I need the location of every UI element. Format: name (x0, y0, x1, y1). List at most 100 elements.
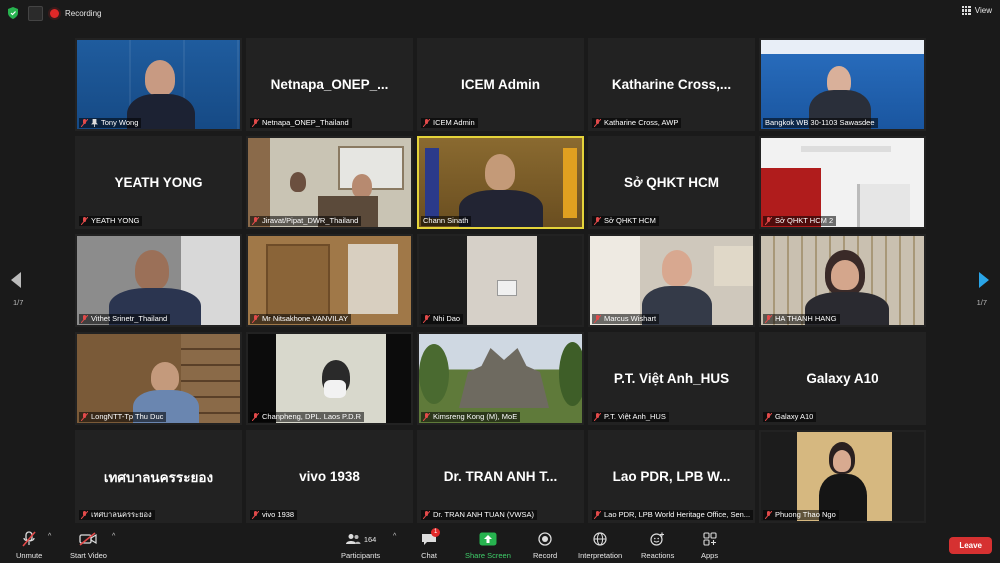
record-dot-icon (50, 8, 59, 18)
mic-muted-icon (252, 119, 259, 127)
mic-muted-icon (252, 315, 259, 323)
mic-muted-icon (765, 413, 772, 421)
participant-tile[interactable]: Kimsreng Kong (M), MoE (417, 332, 584, 425)
app-info-icon[interactable] (28, 6, 43, 21)
participants-count: 164 (363, 534, 377, 544)
leave-meeting-button[interactable]: Leave (949, 537, 992, 554)
participant-display-name: Sở QHKT HCM (623, 175, 720, 190)
mic-muted-icon (765, 511, 772, 519)
recording-label: Recording (65, 8, 102, 18)
mic-muted-icon (765, 315, 772, 323)
participant-tile[interactable]: YEATH YONG YEATH YONG (75, 136, 242, 229)
participant-tile[interactable]: เทศบาลนครระยอง เทศบาลนครระยอง (75, 430, 242, 523)
participant-tile[interactable]: Chanpheng, DPL. Laos P.D.R (246, 332, 413, 425)
interpretation-button[interactable]: Interpretation (578, 531, 622, 560)
participant-display-name: Netnapa_ONEP_... (270, 77, 389, 92)
participant-tile[interactable]: P.T. Việt Anh_HUS P.T. Việt Anh_HUS (588, 332, 755, 425)
previous-page-icon[interactable] (11, 272, 21, 288)
participant-display-name: YEATH YONG (114, 175, 203, 190)
start-video-button[interactable]: Start Video (70, 531, 107, 560)
participant-tile[interactable]: Katharine Cross,... Katharine Cross, AWP (588, 38, 755, 131)
participant-tile[interactable]: Nhi Dao (417, 234, 584, 327)
record-icon (538, 532, 552, 546)
page-indicator-right: 1/7 (976, 298, 987, 307)
participant-tile[interactable]: vivo 1938 vivo 1938 (246, 430, 413, 523)
participant-tile[interactable]: Sở QHKT HCM 2 (759, 136, 926, 229)
share-screen-button[interactable]: Share Screen (465, 531, 511, 560)
video-gallery: Tony Wong Netnapa_ONEP_... Netnapa_ONEP_… (75, 38, 926, 525)
next-page-icon[interactable] (979, 272, 989, 288)
chat-label: Chat (421, 551, 437, 560)
participant-tile[interactable]: Bangkok WB 30-1103 Sawasdee (759, 38, 926, 131)
participant-tile[interactable]: Lao PDR, LPB W... Lao PDR, LPB World Her… (588, 430, 755, 523)
participant-name-label: vivo 1938 (250, 510, 298, 520)
record-label: Record (533, 551, 558, 560)
participant-name-label: Galaxy A10 (763, 412, 817, 422)
participant-display-name: ICEM Admin (461, 77, 540, 92)
unmute-button[interactable]: Unmute (16, 531, 42, 560)
participant-tile[interactable]: Jiravat/Pipat_DWR_Thailand (246, 136, 413, 229)
recording-indicator[interactable]: Recording (50, 6, 101, 20)
audio-options-caret-icon[interactable]: ^ (48, 533, 51, 540)
participant-name-label: YEATH YONG (79, 216, 143, 226)
participant-tile[interactable]: Phuong Thao Ngo (759, 430, 926, 523)
participant-name-label: HA THANH HANG (763, 314, 840, 324)
participant-tile[interactable]: Netnapa_ONEP_... Netnapa_ONEP_Thailand (246, 38, 413, 131)
meeting-controls-toolbar: Unmute ^ Start Video ^ 164 Participants … (0, 527, 1000, 563)
participant-name-label: Dr. TRAN ANH TUAN (VWSA) (421, 510, 537, 520)
participant-tile[interactable]: Marcus Wishart (588, 234, 755, 327)
participants-icon (345, 534, 361, 544)
participant-tile[interactable]: Galaxy A10 Galaxy A10 (759, 332, 926, 425)
mic-muted-icon (423, 413, 430, 421)
mic-muted-icon (252, 217, 259, 225)
view-label: View (974, 6, 992, 15)
reactions-button[interactable]: Reactions (641, 531, 674, 560)
apps-button[interactable]: Apps (701, 531, 718, 560)
record-button[interactable]: Record (533, 531, 557, 560)
top-bar: Recording View (0, 0, 1000, 26)
video-camera-off-icon (79, 532, 98, 546)
mic-muted-icon (423, 119, 430, 127)
reactions-label: Reactions (641, 551, 675, 560)
mic-muted-icon (81, 413, 88, 421)
mic-muted-icon (594, 119, 601, 127)
participant-name-label: Lao PDR, LPB World Heritage Office, Sen.… (592, 510, 753, 520)
participant-display-name: Dr. TRAN ANH T... (443, 469, 558, 484)
participant-tile[interactable]: LongNTT-Tp Thu Duc (75, 332, 242, 425)
participants-label: Participants (341, 551, 381, 560)
participant-tile[interactable]: HA THANH HANG (759, 234, 926, 327)
participant-tile[interactable]: Tony Wong (75, 38, 242, 131)
participants-options-caret-icon[interactable]: ^ (393, 533, 396, 540)
participant-display-name: P.T. Việt Anh_HUS (613, 371, 730, 386)
mic-muted-icon (81, 511, 88, 519)
mic-muted-icon (252, 413, 259, 421)
mic-muted-icon (423, 511, 430, 519)
mic-muted-icon (594, 511, 601, 519)
participant-name-label: ICEM Admin (421, 118, 478, 128)
video-options-caret-icon[interactable]: ^ (112, 533, 115, 540)
mic-muted-icon (423, 315, 430, 323)
security-shield-icon[interactable] (8, 7, 18, 19)
participant-tile[interactable]: Sở QHKT HCM Sở QHKT HCM (588, 136, 755, 229)
apps-label: Apps (701, 551, 719, 560)
participant-tile[interactable]: ICEM Admin ICEM Admin (417, 38, 584, 131)
participant-display-name: vivo 1938 (299, 469, 360, 484)
view-button[interactable]: View (961, 6, 992, 15)
participant-name-label: Kimsreng Kong (M), MoE (421, 412, 521, 422)
participants-button[interactable]: 164 Participants (341, 531, 380, 560)
mic-muted-icon (81, 217, 88, 225)
participant-tile[interactable]: Vithet Srinetr_Thailand (75, 234, 242, 327)
participant-tile[interactable]: Mr Nitsakhone VANVILAY (246, 234, 413, 327)
participant-tile[interactable]: Dr. TRAN ANH T... Dr. TRAN ANH TUAN (VWS… (417, 430, 584, 523)
participant-name-label: LongNTT-Tp Thu Duc (79, 412, 167, 422)
chat-unread-badge: 1 (431, 528, 441, 537)
grid-view-icon (961, 6, 971, 15)
participant-name-label: เทศบาลนครระยอง (79, 510, 155, 520)
chat-button[interactable]: 1 Chat (421, 528, 441, 560)
participant-tile-active-speaker[interactable]: Chann Sinath (417, 136, 584, 229)
start-video-label: Start Video (70, 551, 107, 560)
participant-display-name: Katharine Cross,... (611, 77, 732, 92)
participant-display-name: เทศบาลนครระยอง (103, 469, 214, 485)
participant-name-label: Bangkok WB 30-1103 Sawasdee (763, 118, 878, 128)
participant-name-label: Chann Sinath (421, 216, 472, 226)
